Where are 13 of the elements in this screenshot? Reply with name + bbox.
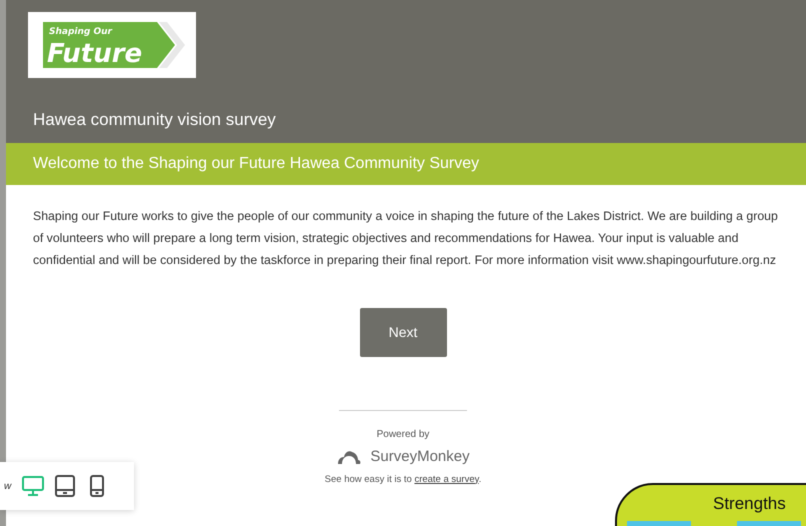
promo-text: See how easy it is to create a survey. xyxy=(324,472,482,486)
logo: Shaping Our Future xyxy=(28,12,196,78)
survey-title: Hawea community vision survey xyxy=(33,109,277,131)
intro-paragraph: Shaping our Future works to give the people of our community a voice in shaping the future of the Lakes District. We are building a group of volunteers who will prepare a long term vision, strategic objectives and recommendations for Hawea. Your input is valuable and confidential and will be considered by the taskforce in preparing their final report. For more information visit www.shapingourfuture.org.nz xyxy=(32,208,779,269)
create-survey-link[interactable]: create a survey xyxy=(414,474,479,484)
monkey-icon xyxy=(336,449,362,466)
brand-name: SurveyMonkey xyxy=(370,447,470,467)
strengths-title: Strengths xyxy=(713,493,786,515)
powered-by-label: Powered by xyxy=(376,428,430,442)
tablet-view-button[interactable] xyxy=(53,474,78,498)
preview-label: w xyxy=(4,480,12,494)
next-button[interactable]: Next xyxy=(360,308,446,357)
page-title: Welcome to the Shaping our Future Hawea Community Survey xyxy=(33,154,480,174)
